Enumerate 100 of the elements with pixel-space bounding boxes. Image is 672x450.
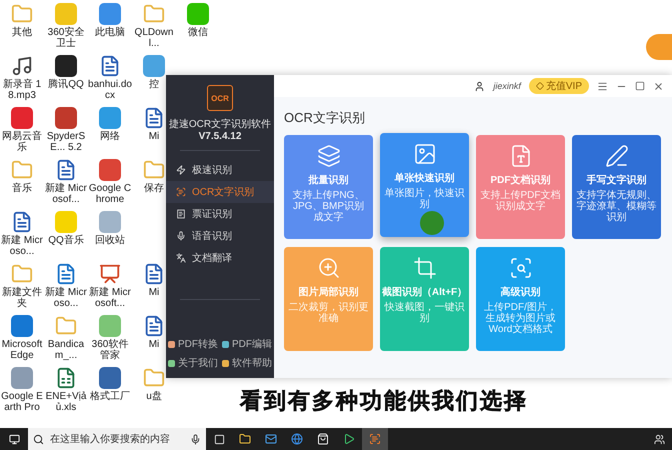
desktop-icon-label[interactable]: 360安全卫士 — [44, 27, 88, 49]
music-icon[interactable] — [11, 55, 33, 77]
sidebar-link[interactable]: PDF转换 — [168, 337, 218, 351]
video-subtitle: 看到有多种功能供我们选择 — [240, 387, 528, 415]
play-icon — [343, 433, 355, 445]
user-name[interactable]: jiexinkf — [493, 81, 521, 91]
globe-icon — [291, 433, 303, 445]
desktop-icon-label[interactable]: Bandicam_... — [44, 339, 88, 361]
desktop-icon-label[interactable]: 新建 Microsof... — [44, 183, 88, 205]
desktop-icon-label[interactable]: Mi — [148, 339, 160, 350]
search-bar[interactable]: 在这里输入你要搜索的内容 — [28, 428, 206, 450]
desktop-icon-label[interactable]: 新建 Microso... — [0, 235, 44, 257]
card-title: 高级识别 — [500, 285, 540, 299]
desktop-icon-label[interactable]: Microsoft Edge — [0, 339, 44, 361]
desktop-icon-label[interactable]: Mi — [148, 287, 160, 298]
crop-icon — [412, 256, 436, 280]
card-title: 手写文字识别 — [586, 173, 646, 187]
card-title: 截图识别（Alt+F） — [382, 286, 468, 299]
sidebar-item[interactable]: 票证识别 — [166, 203, 274, 225]
app-name: 捷速OCR文字识别软件 — [168, 118, 272, 131]
document-icon[interactable] — [11, 211, 33, 233]
task-view-icon — [214, 434, 224, 444]
menu-icon[interactable] — [597, 80, 608, 92]
microphone-icon[interactable] — [190, 434, 201, 444]
translate-icon — [176, 253, 186, 263]
document-icon[interactable] — [55, 263, 77, 285]
desktop-icon-label[interactable]: SpyderSE... 5.2 — [44, 131, 88, 153]
desktop-icon-label[interactable]: 新建文件夹 — [0, 287, 44, 309]
card-description: 支持上传PDF文档识别成文字 — [480, 190, 561, 212]
document-icon[interactable] — [143, 315, 165, 337]
close-icon[interactable] — [653, 80, 664, 92]
desktop-icon-label[interactable]: 微信 — [188, 27, 208, 38]
feature-card[interactable]: 手写文字识别 支持字体无规则、字迹潦草、模糊等识别 — [572, 135, 661, 239]
desktop-icon-label[interactable]: 新建 Microsoft... — [88, 287, 132, 309]
desktop-icon-label[interactable]: 控 — [149, 79, 159, 90]
card-description: 支持上传PNG、JPG、BMP识别成文字 — [292, 190, 366, 223]
diamond-icon — [536, 82, 544, 90]
scan-text-icon — [176, 187, 186, 197]
sidebar-link[interactable]: 关于我们 — [168, 356, 218, 370]
card-description: 快速截图，一键识别 — [384, 302, 465, 324]
desktop-icon-label[interactable]: 腾讯QQ — [48, 79, 84, 90]
desktop-icon-label[interactable]: 保存 — [144, 183, 164, 194]
desktop-icon-label[interactable]: Google Chrome — [88, 183, 132, 205]
document-icon[interactable] — [99, 55, 121, 77]
card-description: 单张图片，快速识别 — [384, 188, 465, 210]
avatar-icon[interactable] — [474, 80, 486, 92]
search-icon — [33, 434, 44, 444]
sidebar-item[interactable]: 文档翻译 — [166, 247, 274, 269]
desktop-icon-label[interactable]: 音乐 — [12, 183, 32, 194]
scan-text-icon — [369, 433, 381, 445]
card-title: PDF文档识别 — [490, 174, 550, 187]
mail-icon — [265, 433, 277, 445]
slides-icon[interactable] — [99, 263, 121, 285]
scan-icon — [508, 256, 532, 280]
document-icon[interactable] — [55, 159, 77, 181]
sidebar-item[interactable]: 语音识别 — [166, 225, 274, 247]
desktop-icon-label[interactable]: 其他 — [12, 27, 32, 38]
microphone-icon — [176, 231, 186, 241]
card-description: 上传PDF/图片，生成转为图片或Word文档格式 — [483, 302, 558, 335]
card-title: 图片局部识别 — [298, 286, 358, 299]
desktop-icon-label[interactable]: 回收站 — [95, 235, 125, 246]
desktop-icon-label[interactable]: Mi — [148, 131, 160, 142]
cursor-highlight — [420, 211, 444, 235]
card-description: 二次裁剪，识别更准确 — [288, 302, 369, 324]
document-icon[interactable] — [143, 107, 165, 129]
search-field[interactable]: 在这里输入你要搜索的内容 — [48, 432, 186, 446]
shopping-bag-icon — [317, 433, 329, 445]
card-title: 单张快速识别 — [394, 172, 454, 185]
sidebar-item[interactable]: 极速识别 — [166, 159, 274, 181]
card-description: 支持字体无规则、字迹潦草、模糊等识别 — [576, 190, 657, 223]
desktop-icon-label[interactable]: QQ音乐 — [48, 235, 84, 246]
app-logo: OCR — [207, 85, 233, 111]
zoom-in-icon — [316, 256, 340, 280]
vip-button[interactable]: 充值VIP — [528, 78, 589, 94]
desktop-icon-label[interactable]: 新录音 18.mp3 — [0, 79, 44, 101]
desktop-icon-label[interactable]: ENE+Vịả ủ.xls — [44, 391, 88, 413]
sidebar-item[interactable]: OCR文字识别 — [166, 181, 274, 203]
sidebar-link[interactable]: PDF编辑 — [222, 337, 272, 351]
desktop-icon-label[interactable]: Google Earth Pro — [0, 391, 44, 413]
desktop-icon-label[interactable]: 360软件管家 — [88, 339, 132, 361]
desktop-icon-label[interactable]: 新建 Microso... — [44, 287, 88, 309]
sidebar-link[interactable]: 软件帮助 — [222, 356, 272, 370]
desktop-icon-label[interactable]: u盘 — [146, 391, 162, 402]
desktop-icon-label[interactable]: 网易云音乐 — [0, 131, 44, 153]
desktop-icon-label[interactable]: 网络 — [100, 131, 120, 142]
folder-icon — [239, 433, 251, 445]
page-heading: OCR文字识别 — [284, 109, 366, 127]
desktop-icon-label[interactable]: QLDownl... — [132, 27, 176, 49]
desktop-icon-label[interactable]: banhui.docx — [88, 79, 132, 101]
document-icon[interactable] — [143, 263, 165, 285]
maximize-icon[interactable] — [635, 81, 645, 91]
receipt-icon — [176, 209, 186, 219]
desktop-icon-label[interactable]: 此电脑 — [95, 27, 125, 38]
ocr-app-button[interactable] — [362, 428, 388, 450]
desktop-icon-label[interactable]: 格式工厂 — [90, 391, 130, 402]
app-icon[interactable] — [55, 55, 77, 77]
pen-icon — [604, 144, 628, 168]
spreadsheet-icon[interactable] — [55, 367, 77, 389]
card-title: 批量识别 — [308, 174, 348, 187]
people-icon — [654, 434, 664, 444]
